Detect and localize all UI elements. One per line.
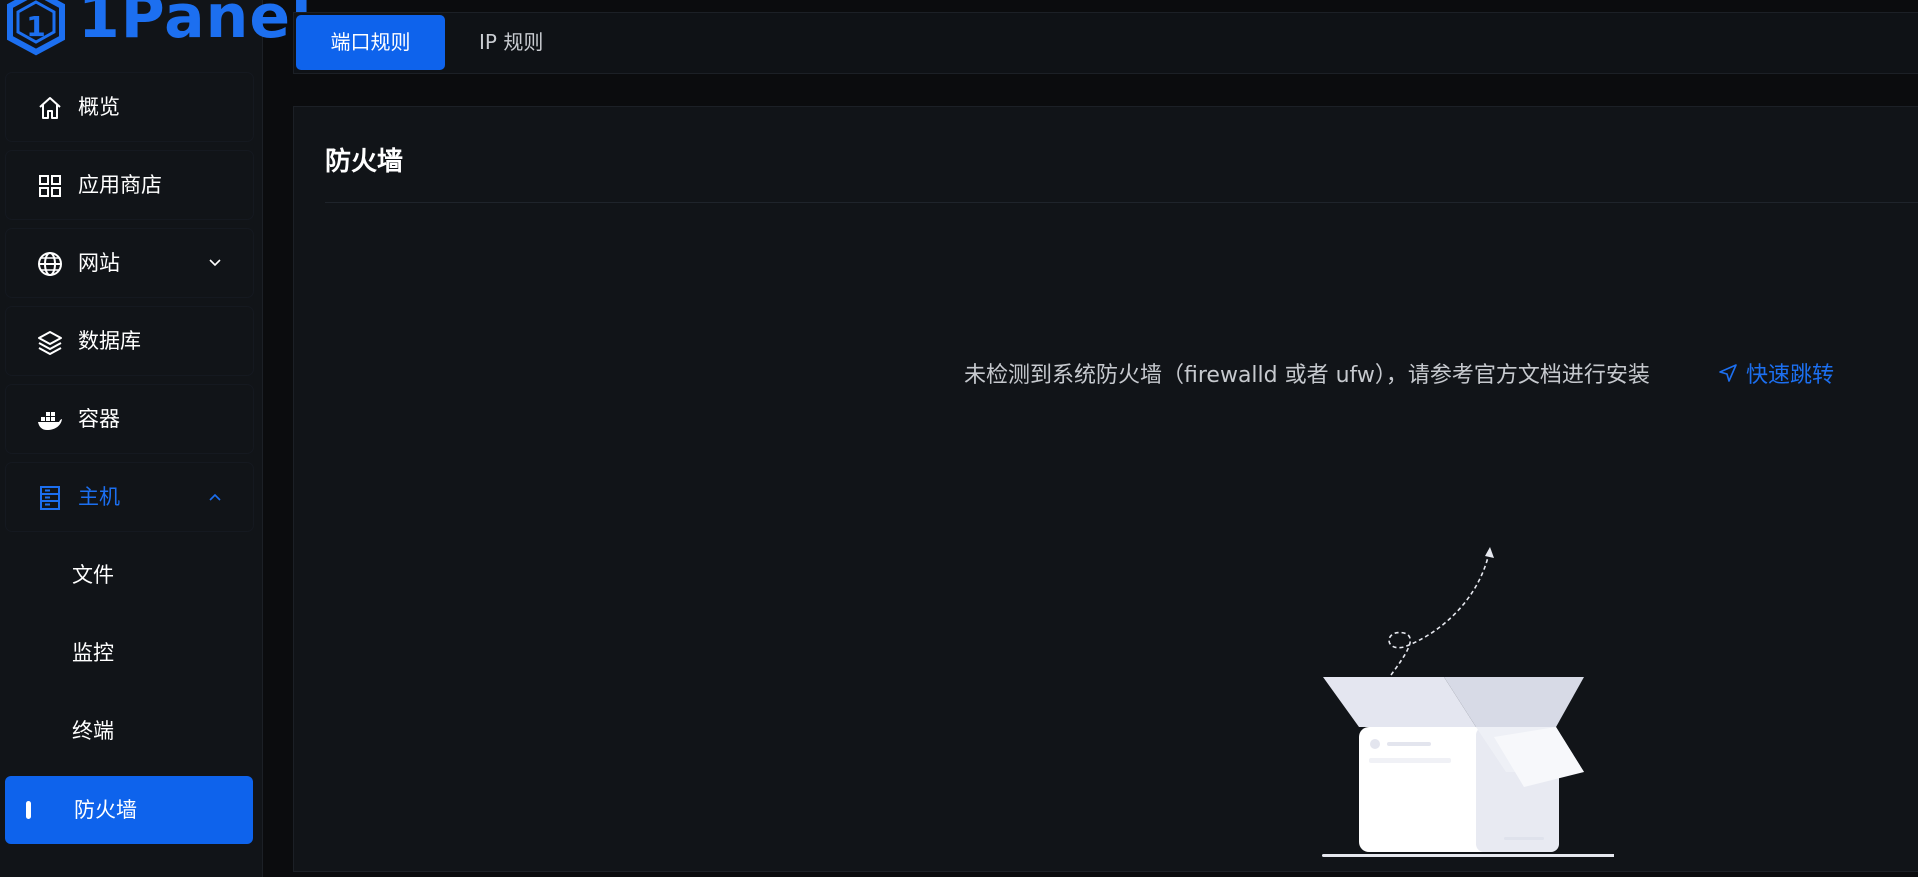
grid-icon [39, 175, 61, 197]
selected-indicator [26, 801, 31, 819]
empty-box-illustration [1322, 547, 1614, 857]
quick-jump-link[interactable]: 快速跳转 [1718, 357, 1834, 389]
sidebar-item-label: 概览 [78, 95, 120, 119]
tab-bar: 端口规则 IP 规则 [293, 12, 1918, 74]
empty-message: 未检测到系统防火墙（firewalld 或者 ufw），请参考官方文档进行安装 [964, 363, 1650, 388]
sidebar-item-host[interactable]: 主机 [6, 463, 253, 531]
sidebar-item-container[interactable]: 容器 [6, 385, 253, 453]
sidebar-subitem-files[interactable]: 文件 [6, 541, 253, 609]
sidebar-subitem-label: 终端 [72, 719, 114, 743]
server-icon [40, 486, 60, 510]
sidebar-item-label: 主机 [78, 485, 120, 509]
sidebar-item-label: 应用商店 [78, 173, 162, 197]
sidebar-item-label: 容器 [78, 407, 120, 431]
sidebar-subitem-firewall[interactable]: 防火墙 [5, 776, 253, 844]
globe-icon [38, 252, 62, 276]
firewall-card: 防火墙 未检测到系统防火墙（firewalld 或者 ufw），请参考官方文档进… [293, 106, 1918, 872]
page-title: 防火墙 [325, 147, 404, 177]
sidebar-subitem-label: 防火墙 [74, 798, 137, 822]
sidebar-item-database[interactable]: 数据库 [6, 307, 253, 375]
divider [325, 202, 1918, 203]
docker-icon [38, 412, 62, 430]
sidebar-item-app-store[interactable]: 应用商店 [6, 151, 253, 219]
navigation-arrow-icon [1719, 364, 1737, 382]
sidebar-subitem-label: 文件 [72, 563, 114, 587]
sidebar-item-website[interactable]: 网站 [6, 229, 253, 297]
sidebar-item-label: 网站 [78, 251, 120, 275]
chevron-up-icon [209, 493, 221, 501]
chevron-down-icon [209, 259, 221, 267]
sidebar-subitem-label: 监控 [72, 641, 114, 665]
sidebar-item-overview[interactable]: 概览 [6, 73, 253, 141]
logo-text: 1Panel [78, 0, 313, 52]
logo[interactable]: 1 1Panel [0, 0, 312, 60]
quick-jump-label: 快速跳转 [1746, 363, 1835, 388]
home-icon [39, 97, 61, 119]
tab-ip-rules[interactable]: IP 规则 [479, 15, 543, 70]
tab-port-rules[interactable]: 端口规则 [296, 15, 445, 70]
sidebar-subitem-monitor[interactable]: 监控 [6, 619, 253, 687]
sidebar: 1 1Panel 概览 应用商店 网站 数据库 容器 主机 文件 监控 终端 防… [0, 0, 312, 877]
layers-icon [38, 331, 62, 355]
logo-hexagon-icon: 1 [7, 0, 65, 56]
svg-text:1: 1 [26, 10, 45, 43]
sidebar-subitem-terminal[interactable]: 终端 [6, 697, 253, 765]
sidebar-item-label: 数据库 [78, 329, 141, 353]
